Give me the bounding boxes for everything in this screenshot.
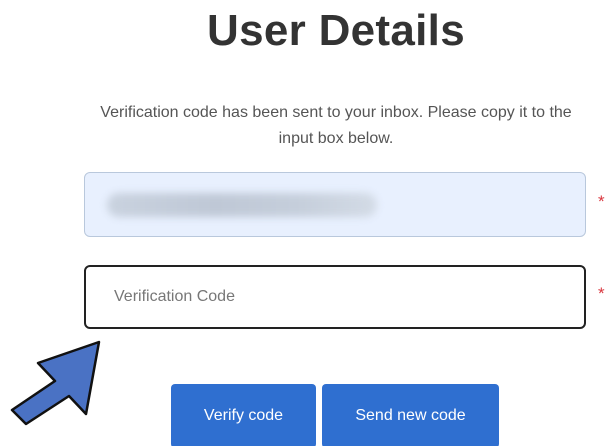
verification-code-input[interactable] xyxy=(84,265,586,329)
user-details-page: User Details Verification code has been … xyxy=(0,0,608,446)
email-field[interactable] xyxy=(84,172,586,237)
required-marker-code: * xyxy=(598,284,605,303)
redacted-email-value xyxy=(107,193,377,217)
verify-code-button[interactable]: Verify code xyxy=(171,384,316,446)
verification-message: Verification code has been sent to your … xyxy=(100,104,572,147)
arrow-up-right-icon xyxy=(10,340,101,426)
send-new-code-button[interactable]: Send new code xyxy=(322,384,499,446)
required-marker-email: * xyxy=(598,192,605,211)
page-title: User Details xyxy=(207,6,465,55)
